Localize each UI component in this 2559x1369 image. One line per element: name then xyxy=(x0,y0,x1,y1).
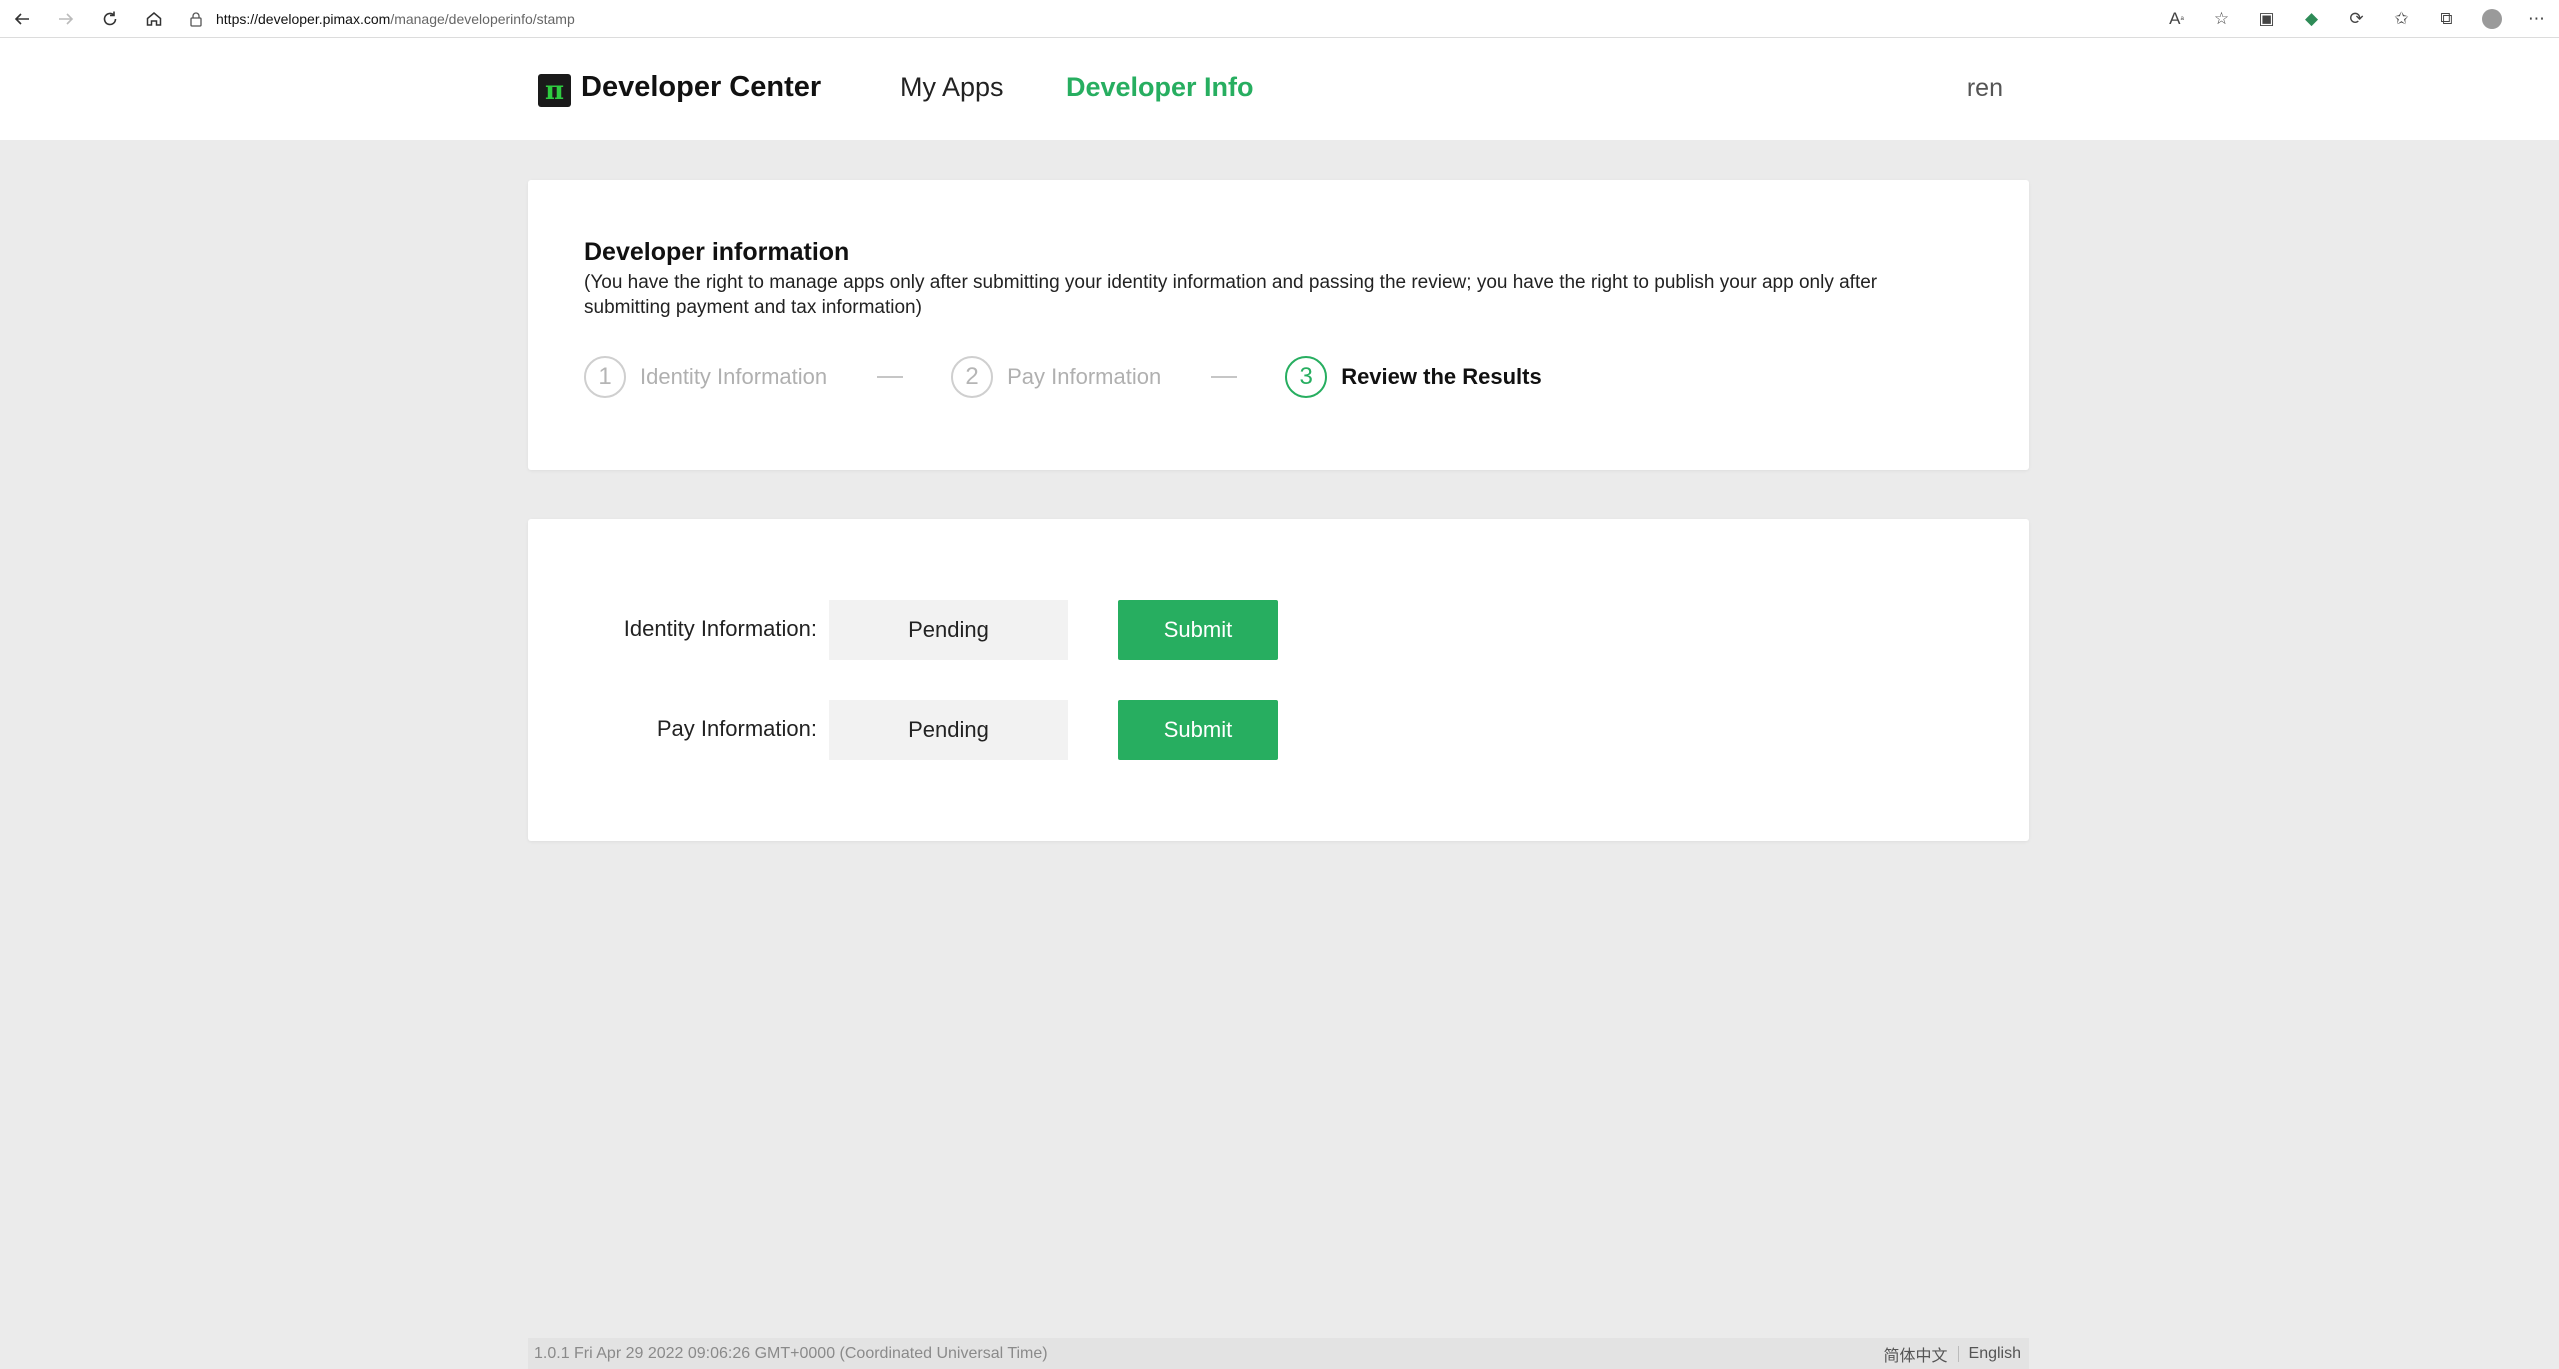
browser-actions: Aᵃ ☆ ▣ ◆ ⟳ ✩ ⧉ ⋯ xyxy=(2154,0,2559,38)
pay-status-badge: Pending xyxy=(829,700,1068,760)
lock-icon xyxy=(190,12,202,27)
step-divider xyxy=(1211,376,1238,378)
address-bar[interactable]: https://developer.pimax.com/manage/devel… xyxy=(188,5,2178,33)
sync-icon[interactable]: ⟳ xyxy=(2334,0,2379,38)
pimax-logo-icon[interactable]: π xyxy=(538,74,571,107)
url-host: https://developer.pimax.com xyxy=(216,11,391,27)
lang-english[interactable]: English xyxy=(1969,1345,2021,1363)
url-path: /manage/developerinfo/stamp xyxy=(390,11,575,27)
language-switcher: 简体中文 English xyxy=(1884,1342,2022,1366)
step-number: 3 xyxy=(1285,356,1328,398)
pay-status-row: Pay Information: Pending Submit xyxy=(528,700,2029,760)
home-button[interactable] xyxy=(132,0,176,38)
lang-divider xyxy=(1957,1345,1959,1362)
profile-icon[interactable] xyxy=(2469,0,2514,38)
version-info: 1.0.1 Fri Apr 29 2022 09:06:26 GMT+0000 … xyxy=(534,1344,1048,1362)
nav-developer-info[interactable]: Developer Info xyxy=(1066,72,1254,103)
step-number: 1 xyxy=(584,356,626,398)
add-favorite-icon[interactable]: ☆ xyxy=(2199,0,2244,38)
step-label: Pay Information xyxy=(1007,364,1162,389)
nav-my-apps[interactable]: My Apps xyxy=(900,72,1004,103)
identity-status-row: Identity Information: Pending Submit xyxy=(528,600,2029,660)
extension-green-icon[interactable]: ◆ xyxy=(2289,0,2334,38)
forward-arrow-icon xyxy=(59,12,74,25)
brand-title[interactable]: Developer Center xyxy=(581,71,821,104)
identity-status-badge: Pending xyxy=(829,600,1068,660)
reload-icon xyxy=(103,11,117,25)
back-arrow-icon xyxy=(14,12,29,25)
step-pay-information: 2 Pay Information xyxy=(951,356,1161,398)
extension-icon[interactable]: ▣ xyxy=(2244,0,2289,38)
step-number: 2 xyxy=(951,356,994,398)
step-divider xyxy=(877,376,904,378)
lang-chinese[interactable]: 简体中文 xyxy=(1884,1342,1948,1366)
collections-icon[interactable]: ⧉ xyxy=(2424,0,2469,38)
more-icon[interactable]: ⋯ xyxy=(2514,0,2559,38)
step-label: Review the Results xyxy=(1341,364,1542,389)
developer-info-card: Developer information (You have the righ… xyxy=(528,180,2029,470)
home-icon xyxy=(146,11,162,26)
step-identity-information: 1 Identity Information xyxy=(584,356,827,398)
footer: 1.0.1 Fri Apr 29 2022 09:06:26 GMT+0000 … xyxy=(528,1338,2029,1369)
page-title: Developer information xyxy=(584,238,850,266)
user-menu[interactable]: ren xyxy=(1967,74,2003,103)
pay-info-label: Pay Information: xyxy=(656,716,817,741)
read-aloud-icon[interactable]: Aᵃ xyxy=(2154,0,2199,38)
step-review-results: 3 Review the Results xyxy=(1285,356,1542,398)
progress-steps: 1 Identity Information 2 Pay Information… xyxy=(584,355,1542,399)
info-description: (You have the right to manage apps only … xyxy=(584,272,1878,318)
step-label: Identity Information xyxy=(640,364,828,389)
forward-button[interactable] xyxy=(44,0,88,38)
submit-identity-button[interactable]: Submit xyxy=(1118,600,1278,660)
identity-info-label: Identity Information: xyxy=(623,616,817,641)
back-button[interactable] xyxy=(0,0,44,38)
submit-pay-button[interactable]: Submit xyxy=(1118,700,1278,760)
reload-button[interactable] xyxy=(88,0,132,38)
site-header: π Developer Center My Apps Developer Inf… xyxy=(0,38,2559,140)
review-status-card: Identity Information: Pending Submit Pay… xyxy=(528,519,2029,841)
browser-toolbar: https://developer.pimax.com/manage/devel… xyxy=(0,0,2559,38)
favorites-icon[interactable]: ✩ xyxy=(2379,0,2424,38)
